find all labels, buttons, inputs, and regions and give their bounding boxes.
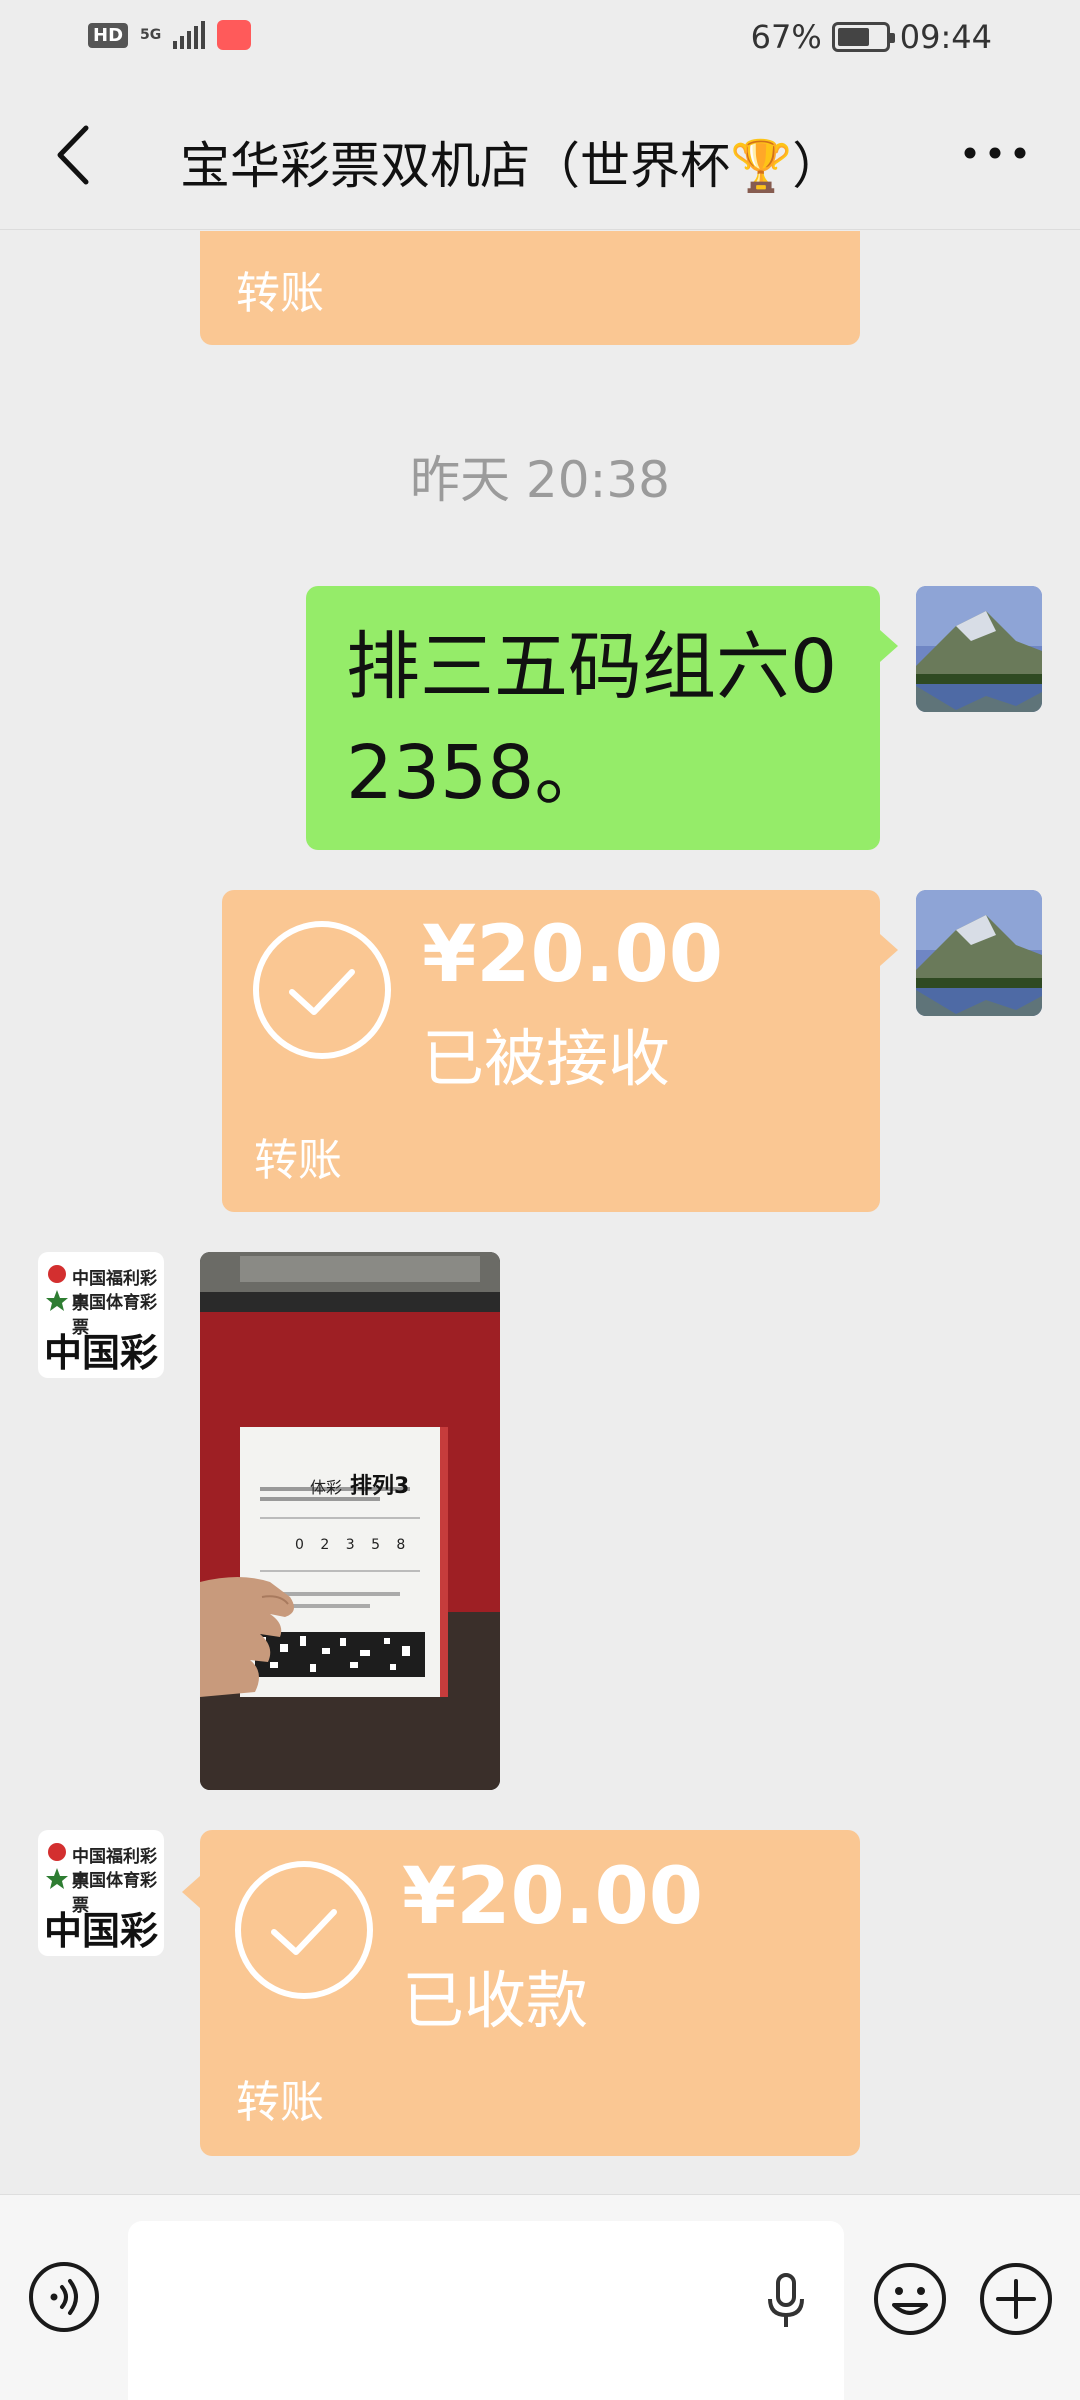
- contact-avatar[interactable]: 中国福利彩票 中国体育彩票 中国彩票: [38, 1830, 164, 1956]
- check-icon: [253, 921, 391, 1059]
- time-separator: 昨天 20:38: [410, 451, 670, 509]
- mic-icon[interactable]: [766, 2273, 806, 2329]
- battery-percent: 67%: [750, 18, 822, 56]
- back-icon[interactable]: [50, 122, 100, 188]
- my-avatar[interactable]: [916, 586, 1042, 712]
- more-icon[interactable]: [960, 128, 1030, 178]
- bubble-tail: [880, 630, 898, 662]
- plus-icon[interactable]: [978, 2261, 1054, 2337]
- check-icon: [235, 1861, 373, 1999]
- transfer-status: 已被接收: [422, 1022, 671, 1095]
- battery-icon: [831, 22, 895, 52]
- outgoing-transfer-bubble[interactable]: ¥20.00 已被接收 转账: [222, 890, 880, 1212]
- status-bar: HD 5G 67% 09:44: [0, 0, 1080, 80]
- ticket-photo[interactable]: 体彩 排列3 0 2 3 5 8: [200, 1252, 500, 1790]
- ticket-title: 排列3: [350, 1474, 410, 1499]
- transfer-status: 已收款: [402, 1964, 589, 2037]
- chat-screen: HD 5G 67% 09:44 宝华彩票双机店（世界杯🏆） 转账 昨天 20:3…: [0, 0, 1080, 2400]
- lottery-logo-icon: [46, 1265, 68, 1311]
- avatar-brand: 中国彩票: [43, 1331, 158, 1375]
- incoming-transfer-bubble[interactable]: ¥20.00 已收款 转账: [200, 1830, 860, 2156]
- ticket-title-small: 体彩: [310, 1478, 343, 1497]
- bubble-tail: [880, 934, 898, 966]
- outgoing-text-bubble[interactable]: 排三五码组六02358。: [306, 586, 880, 850]
- transfer-label: 转账: [254, 1135, 342, 1186]
- ticket-numbers: 0 2 3 5 8: [295, 1537, 412, 1553]
- lottery-logo-icon: [46, 1843, 68, 1889]
- transfer-amount: ¥20.00: [422, 910, 723, 1000]
- message-input[interactable]: [128, 2221, 844, 2400]
- transfer-bubble-partial[interactable]: 转账: [200, 231, 860, 345]
- chat-header: 宝华彩票双机店（世界杯🏆）: [0, 80, 1080, 230]
- avatar-brand: 中国彩票: [43, 1909, 158, 1953]
- input-bar: [0, 2194, 1080, 2400]
- transfer-label: 转账: [236, 2077, 324, 2128]
- clock: 09:44: [899, 18, 992, 56]
- chat-title: 宝华彩票双机店（世界杯🏆）: [180, 137, 843, 195]
- transfer-amount: ¥20.00: [402, 1852, 703, 1942]
- signal-icon: [173, 21, 206, 49]
- message-text: 排三五码组六02358。: [346, 624, 838, 816]
- transfer-label: 转账: [236, 268, 324, 319]
- bubble-tail: [182, 1876, 200, 1908]
- network-type: 5G: [140, 27, 162, 43]
- voice-icon[interactable]: [28, 2261, 100, 2333]
- my-avatar[interactable]: [916, 890, 1042, 1016]
- hd-icon: HD: [88, 22, 129, 48]
- contact-avatar[interactable]: 中国福利彩票 中国体育彩票 中国彩票: [38, 1252, 164, 1378]
- huawei-app-icon: [217, 20, 252, 50]
- emoji-icon[interactable]: [872, 2261, 948, 2337]
